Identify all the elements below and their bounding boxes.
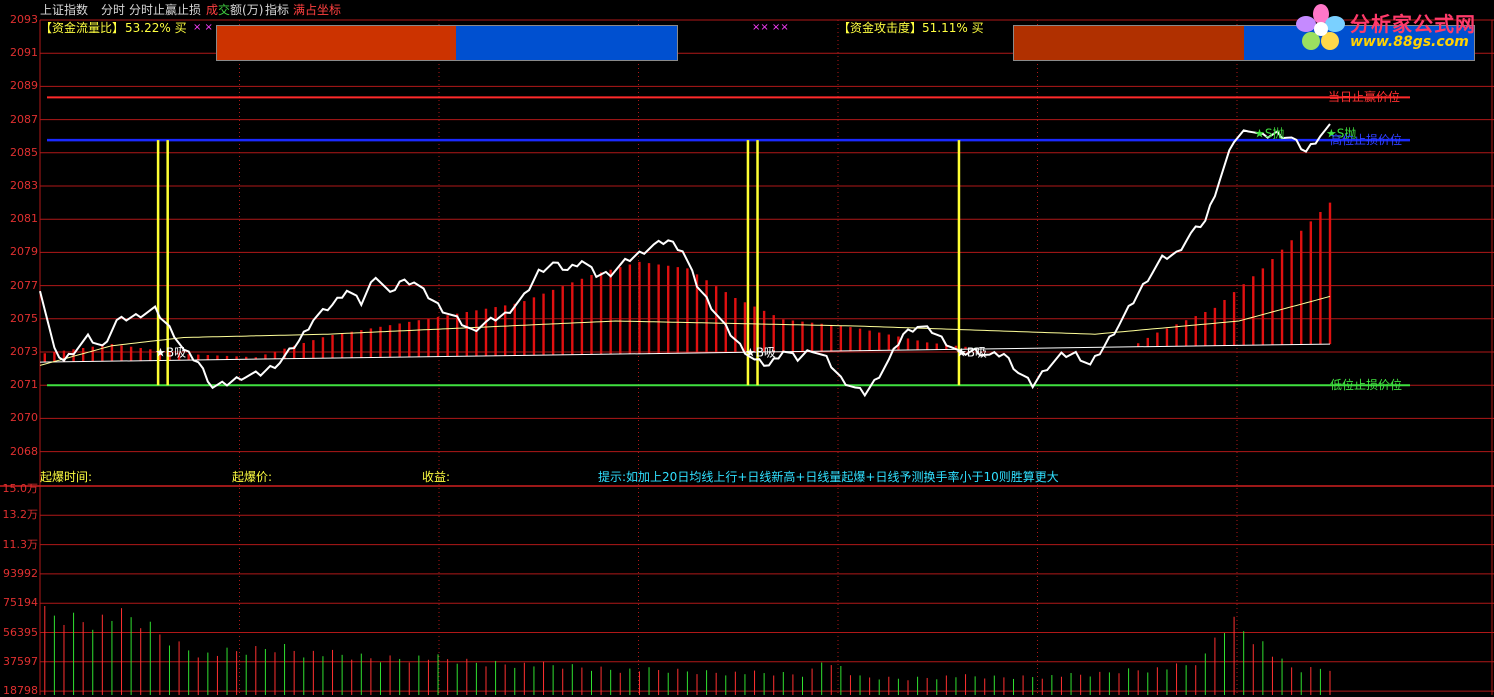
fund-flow-readout: 53.22% 买: [125, 21, 187, 35]
fund-flow-bar-buy: [217, 26, 457, 60]
fund-flow-value: 53.22: [125, 21, 160, 35]
price-tick-label: 2071: [10, 378, 38, 392]
price-tick-label: 2089: [10, 79, 38, 93]
volume-tick-label: 13.2万: [2, 508, 39, 522]
price-tick-label: 2077: [10, 278, 38, 292]
volume-tick-label: 93992: [3, 566, 38, 580]
profit-label: 收益:: [422, 470, 451, 484]
price-tick-label: 2085: [10, 145, 38, 159]
fund-flow-unit: %: [159, 21, 171, 35]
price-tick-label: 2075: [10, 311, 38, 325]
tip-text: 提示:如加上20日均线上行+日线新高+日线量起爆+日线予测换手率小于10则胜算更…: [598, 470, 1059, 484]
menu-indicator[interactable]: 指标: [265, 3, 289, 17]
volume-tick-label: 18798: [3, 684, 38, 697]
sell-signal-marker: ★S抛: [1254, 126, 1284, 141]
fund-attack-unit: %: [956, 21, 968, 35]
fund-flow-label: 【资金流量比】: [40, 21, 125, 35]
price-tick-label: 2091: [10, 46, 38, 60]
turnover-mid: 交: [218, 3, 231, 17]
chart-canvas: ★B吸 ★B吸 ★B吸★S抛 ★S抛: [0, 0, 1494, 695]
logo-url: www.88gs.com: [1350, 34, 1469, 50]
buy-signal-marker: ★B吸: [745, 345, 776, 359]
fund-attack-action: 买: [971, 21, 984, 35]
fund-attack-bar-buy: [1014, 26, 1244, 60]
volume-tick-label: 56395: [3, 625, 38, 639]
fund-flow-marks: × ×: [193, 22, 213, 33]
price-tick-label: 2087: [10, 112, 38, 126]
price-tick-label: 2070: [10, 411, 38, 425]
fund-attack-readout: 51.11% 买: [922, 21, 984, 35]
volume-tick-label: 75194: [3, 596, 38, 610]
site-logo: 分析家公式网 www.88gs.com: [1294, 2, 1490, 54]
price-tick-label: 2073: [10, 345, 38, 358]
menu-intraday[interactable]: 分时: [101, 3, 125, 17]
index-name: 上证指数: [40, 3, 89, 17]
volume-tick-label: 37597: [3, 654, 38, 668]
start-time-label: 起爆时间:: [40, 470, 93, 484]
volume-tick-label: 15.0万: [2, 482, 39, 495]
price-tick-label: 2083: [10, 179, 38, 192]
fund-flow-action: 买: [174, 21, 187, 35]
fund-attack-value: 51.11: [922, 21, 957, 35]
fund-attack-marks: ×× ××: [752, 22, 789, 33]
volume-tick-label: 11.3万: [2, 537, 39, 551]
menu-turnover[interactable]: 成交额(万): [206, 3, 263, 17]
flower-logo-icon: [1296, 4, 1345, 50]
price-tick-label: 2093: [10, 13, 38, 26]
buy-signal-marker: ★B吸: [155, 345, 186, 359]
menu-full-coord[interactable]: 满占坐标: [293, 3, 341, 17]
high-stop-loss-label: 高位止损价位: [1330, 133, 1403, 148]
price-tick-label: 2079: [10, 245, 38, 259]
logo-title: 分析家公式网: [1350, 12, 1476, 36]
buy-signal-marker: ★B吸: [956, 345, 987, 359]
turnover-prefix: 成: [206, 3, 219, 17]
fund-flow-bar: [216, 25, 678, 61]
daily-stop-profit-label: 当日止赢价位: [1328, 90, 1401, 105]
start-price-label: 起爆价:: [232, 470, 273, 484]
fund-flow-bar-sell: [456, 26, 677, 60]
turnover-suffix: 额(万): [230, 3, 264, 17]
low-stop-loss-label: 低位止损价位: [1330, 378, 1403, 393]
price-tick-label: 2068: [10, 444, 38, 458]
fund-attack-label: 【资金攻击度】: [838, 21, 923, 35]
menu-intraday-stop[interactable]: 分时止赢止损: [129, 3, 201, 17]
price-tick-label: 2081: [10, 212, 38, 226]
